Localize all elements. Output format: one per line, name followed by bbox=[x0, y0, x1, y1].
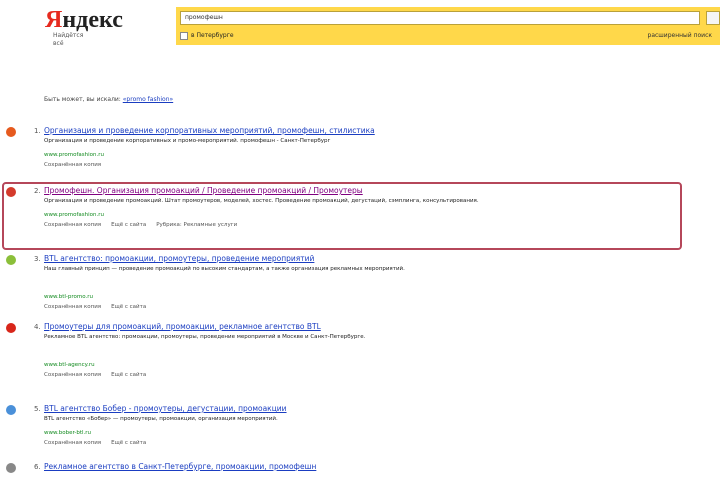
result-extra-link[interactable]: Сохранённая копия bbox=[44, 304, 101, 310]
region-filter[interactable]: в Петербурге bbox=[180, 31, 234, 41]
result-title-link[interactable]: BTL агентство: промоакции, промоутеры, п… bbox=[44, 254, 314, 263]
result-links: Сохранённая копия Ещё с сайта Рубрика: Рек… bbox=[44, 222, 247, 228]
result-number: 1. bbox=[34, 127, 41, 135]
result-extra-link[interactable]: Рубрика: Рекламные услуги bbox=[156, 222, 237, 228]
site-favicon-icon bbox=[6, 127, 16, 137]
result-url[interactable]: www.promofashion.ru bbox=[44, 152, 104, 158]
result-snippet: Организация и проведение промоакций. Шта… bbox=[44, 198, 479, 204]
advanced-search-link[interactable]: расширенный поиск bbox=[648, 31, 712, 41]
result-extra-link[interactable]: Ещё с сайта bbox=[111, 440, 146, 446]
result-url[interactable]: www.btl-promo.ru bbox=[44, 294, 93, 300]
site-favicon-icon bbox=[6, 323, 16, 333]
result-extra-link[interactable]: Сохранённая копия bbox=[44, 440, 101, 446]
result-number: 4. bbox=[34, 323, 41, 331]
result-links: Сохранённая копия Ещё с сайта bbox=[44, 304, 156, 310]
result-number: 3. bbox=[34, 255, 41, 263]
suggestion-link[interactable]: «promo fashion» bbox=[123, 96, 173, 103]
search-input[interactable]: промофешн bbox=[180, 11, 700, 25]
result-number: 2. bbox=[34, 187, 41, 195]
result-title-link[interactable]: Организация и проведение корпоративных м… bbox=[44, 126, 375, 135]
result-title-link[interactable]: BTL агентство Бобер - промоутеры, дегуст… bbox=[44, 404, 287, 413]
result-extra-link[interactable]: Ещё с сайта bbox=[111, 222, 146, 228]
result-snippet: Рекламное BTL агентство: промоакции, про… bbox=[44, 334, 366, 340]
region-checkbox[interactable] bbox=[180, 31, 188, 40]
search-button[interactable] bbox=[706, 11, 720, 25]
logo-wordmark: Яндекс bbox=[45, 7, 123, 33]
yandex-logo[interactable]: Яндекс Найдётся всё bbox=[45, 8, 125, 48]
result-links: Сохранённая копия bbox=[44, 162, 111, 168]
result-extra-link[interactable]: Сохранённая копия bbox=[44, 162, 101, 168]
logo-subtitle: Найдётся всё bbox=[53, 32, 84, 47]
search-bar: промофешн в Петербурге расширенный поиск bbox=[176, 7, 720, 45]
result-url[interactable]: www.btl-agency.ru bbox=[44, 362, 95, 368]
result-links: Сохранённая копия Ещё с сайта bbox=[44, 372, 156, 378]
result-title-link[interactable]: Промофешн. Организация промоакций / Пров… bbox=[44, 186, 363, 195]
result-extra-link[interactable]: Ещё с сайта bbox=[111, 304, 146, 310]
result-number: 6. bbox=[34, 463, 41, 471]
result-extra-link[interactable]: Сохранённая копия bbox=[44, 372, 101, 378]
result-number: 5. bbox=[34, 405, 41, 413]
result-extra-link[interactable]: Сохранённая копия bbox=[44, 222, 101, 228]
result-title-link[interactable]: Промоутеры для промоакций, промоакции, р… bbox=[44, 322, 321, 331]
result-links: Сохранённая копия Ещё с сайта bbox=[44, 440, 156, 446]
spelling-hint: Быть может, вы искали: «promo fashion» bbox=[44, 96, 174, 103]
result-snippet: Организация и проведение корпоративных и… bbox=[44, 138, 331, 144]
result-snippet: Наш главный принцип — проведение промоак… bbox=[44, 266, 405, 272]
result-snippet: BTL агентство «Бобер» — промоутеры, пром… bbox=[44, 416, 278, 422]
site-favicon-icon bbox=[6, 255, 16, 265]
site-favicon-icon bbox=[6, 463, 16, 473]
result-url[interactable]: www.bober-btl.ru bbox=[44, 430, 91, 436]
result-title-link[interactable]: Рекламное агентство в Санкт-Петербурге, … bbox=[44, 462, 316, 471]
result-url[interactable]: www.promofashion.ru bbox=[44, 212, 104, 218]
site-favicon-icon bbox=[6, 405, 16, 415]
result-extra-link[interactable]: Ещё с сайта bbox=[111, 372, 146, 378]
site-favicon-icon bbox=[6, 187, 16, 197]
